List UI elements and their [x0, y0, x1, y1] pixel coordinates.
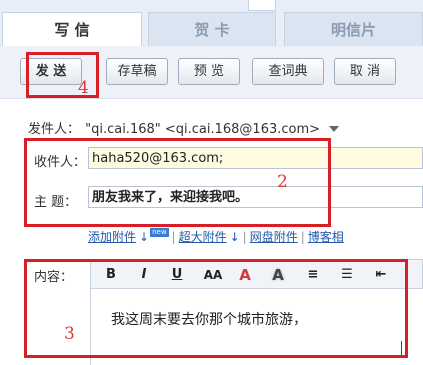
annotation-number-3: 3 [64, 324, 75, 344]
super-attachment-arrow-icon[interactable]: ↓ [230, 230, 240, 244]
tab-greeting-card[interactable]: 贺 卡 [148, 12, 276, 46]
cancel-button[interactable]: 取 消 [334, 58, 396, 85]
tab-write-mail[interactable]: 写 信 [2, 12, 142, 47]
attachment-menu-arrow-icon[interactable]: ↓ [139, 230, 149, 244]
annotation-number-4: 4 [78, 78, 89, 98]
separator: | [242, 230, 247, 244]
annotation-box-content [24, 259, 408, 358]
new-badge: new [150, 228, 169, 237]
sender-dropdown-icon[interactable] [329, 125, 340, 132]
save-draft-button[interactable]: 存草稿 [106, 58, 168, 85]
separator: | [300, 230, 305, 244]
annotation-number-2: 2 [277, 172, 288, 192]
attachment-links: 添加附件 ↓ new | 超大附件 ↓ | 网盘附件 | 博客相 [88, 228, 418, 245]
tab-strip-decoration [248, 0, 276, 11]
sender-row: 发件人： "qi.cai.168" <qi.cai.168@163.com> [28, 118, 340, 137]
netdisk-attachment-link[interactable]: 网盘附件 [250, 230, 298, 244]
blog-album-link[interactable]: 博客相 [308, 230, 344, 244]
separator: | [171, 230, 176, 244]
tab-postcard[interactable]: 明信片 [284, 12, 423, 46]
dictionary-button[interactable]: 查词典 [252, 58, 324, 85]
super-attachment-link[interactable]: 超大附件 [179, 230, 227, 244]
add-attachment-link[interactable]: 添加附件 [88, 230, 136, 244]
preview-button[interactable]: 预 览 [178, 58, 240, 85]
compose-tabs: 写 信 贺 卡 明信片 [0, 0, 423, 47]
sender-label: 发件人： [28, 122, 81, 137]
sender-value[interactable]: "qi.cai.168" <qi.cai.168@163.com> [85, 122, 320, 137]
